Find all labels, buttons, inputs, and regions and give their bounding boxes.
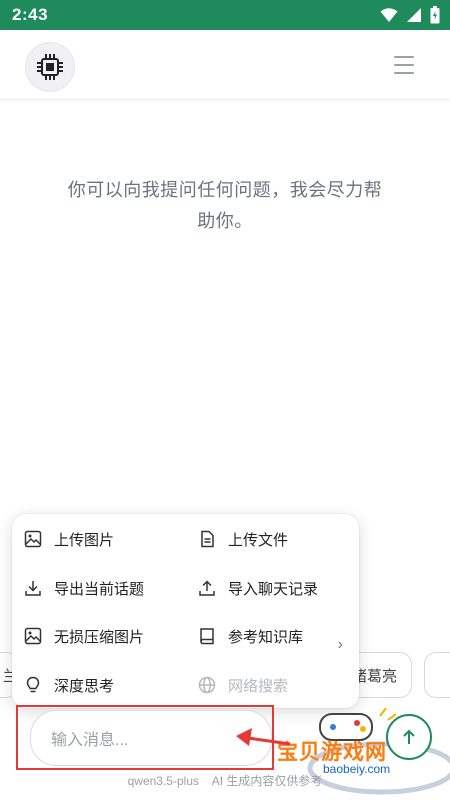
menu-item-label: 深度思考 (54, 677, 115, 695)
lightbulb-icon (24, 676, 42, 694)
globe-icon (198, 676, 216, 694)
menu-compress-image[interactable]: 无损压缩图片 (24, 621, 144, 651)
welcome-line-1: 你可以向我提问任何问题，我会尽力帮 (67, 180, 383, 200)
hamburger-menu-icon[interactable] (394, 56, 414, 74)
upload-icon (198, 579, 216, 597)
menu-item-label: 网络搜索 (228, 677, 289, 695)
menu-web-search[interactable]: 网络搜索 (198, 670, 288, 700)
chevron-right-icon: › (337, 636, 343, 653)
footer-notice: AI 生成内容仅供参考 (211, 774, 323, 788)
arrow-up-icon (403, 729, 415, 744)
download-icon (24, 579, 42, 597)
wifi-icon (380, 8, 398, 22)
attachment-menu: 上传图片 上传文件 导出当前话题 导入聊天记录 无损压缩图片 参考知识库 › 深… (12, 514, 359, 708)
send-button[interactable] (386, 714, 432, 760)
menu-item-label: 上传文件 (228, 531, 289, 549)
menu-deep-thinking[interactable]: 深度思考 (24, 670, 114, 700)
battery-icon (430, 6, 440, 24)
menu-item-label: 参考知识库 (228, 628, 304, 646)
menu-knowledge-base[interactable]: 参考知识库 (198, 621, 303, 651)
menu-upload-file[interactable]: 上传文件 (198, 524, 288, 554)
image-icon (24, 530, 42, 548)
suggestion-chip-next[interactable] (424, 652, 450, 698)
status-time: 2:43 (12, 5, 49, 24)
menu-upload-image[interactable]: 上传图片 (24, 524, 114, 554)
status-bar: 2:43 (0, 0, 450, 30)
file-icon (198, 530, 216, 548)
image-compress-icon (24, 627, 42, 645)
footer-model: qwen3.5-plus (127, 774, 199, 788)
menu-item-label: 导入聊天记录 (228, 580, 319, 598)
welcome-line-2: 助你。 (197, 211, 253, 231)
menu-item-label: 上传图片 (54, 531, 115, 549)
signal-icon (407, 8, 421, 22)
annotation-arrow (236, 728, 291, 746)
menu-item-label: 导出当前话题 (54, 580, 145, 598)
app-header (0, 30, 450, 100)
menu-item-label: 无损压缩图片 (54, 628, 145, 646)
footer: qwen3.5-plus AI 生成内容仅供参考 (0, 772, 450, 789)
welcome-message: 你可以向我提问任何问题，我会尽力帮 助你。 (40, 175, 410, 237)
app-logo[interactable] (25, 42, 75, 92)
menu-export-topic[interactable]: 导出当前话题 (24, 573, 144, 603)
status-icons (380, 6, 440, 24)
book-icon (198, 627, 216, 645)
chip-icon (37, 54, 63, 80)
menu-import-chat[interactable]: 导入聊天记录 (198, 573, 318, 603)
